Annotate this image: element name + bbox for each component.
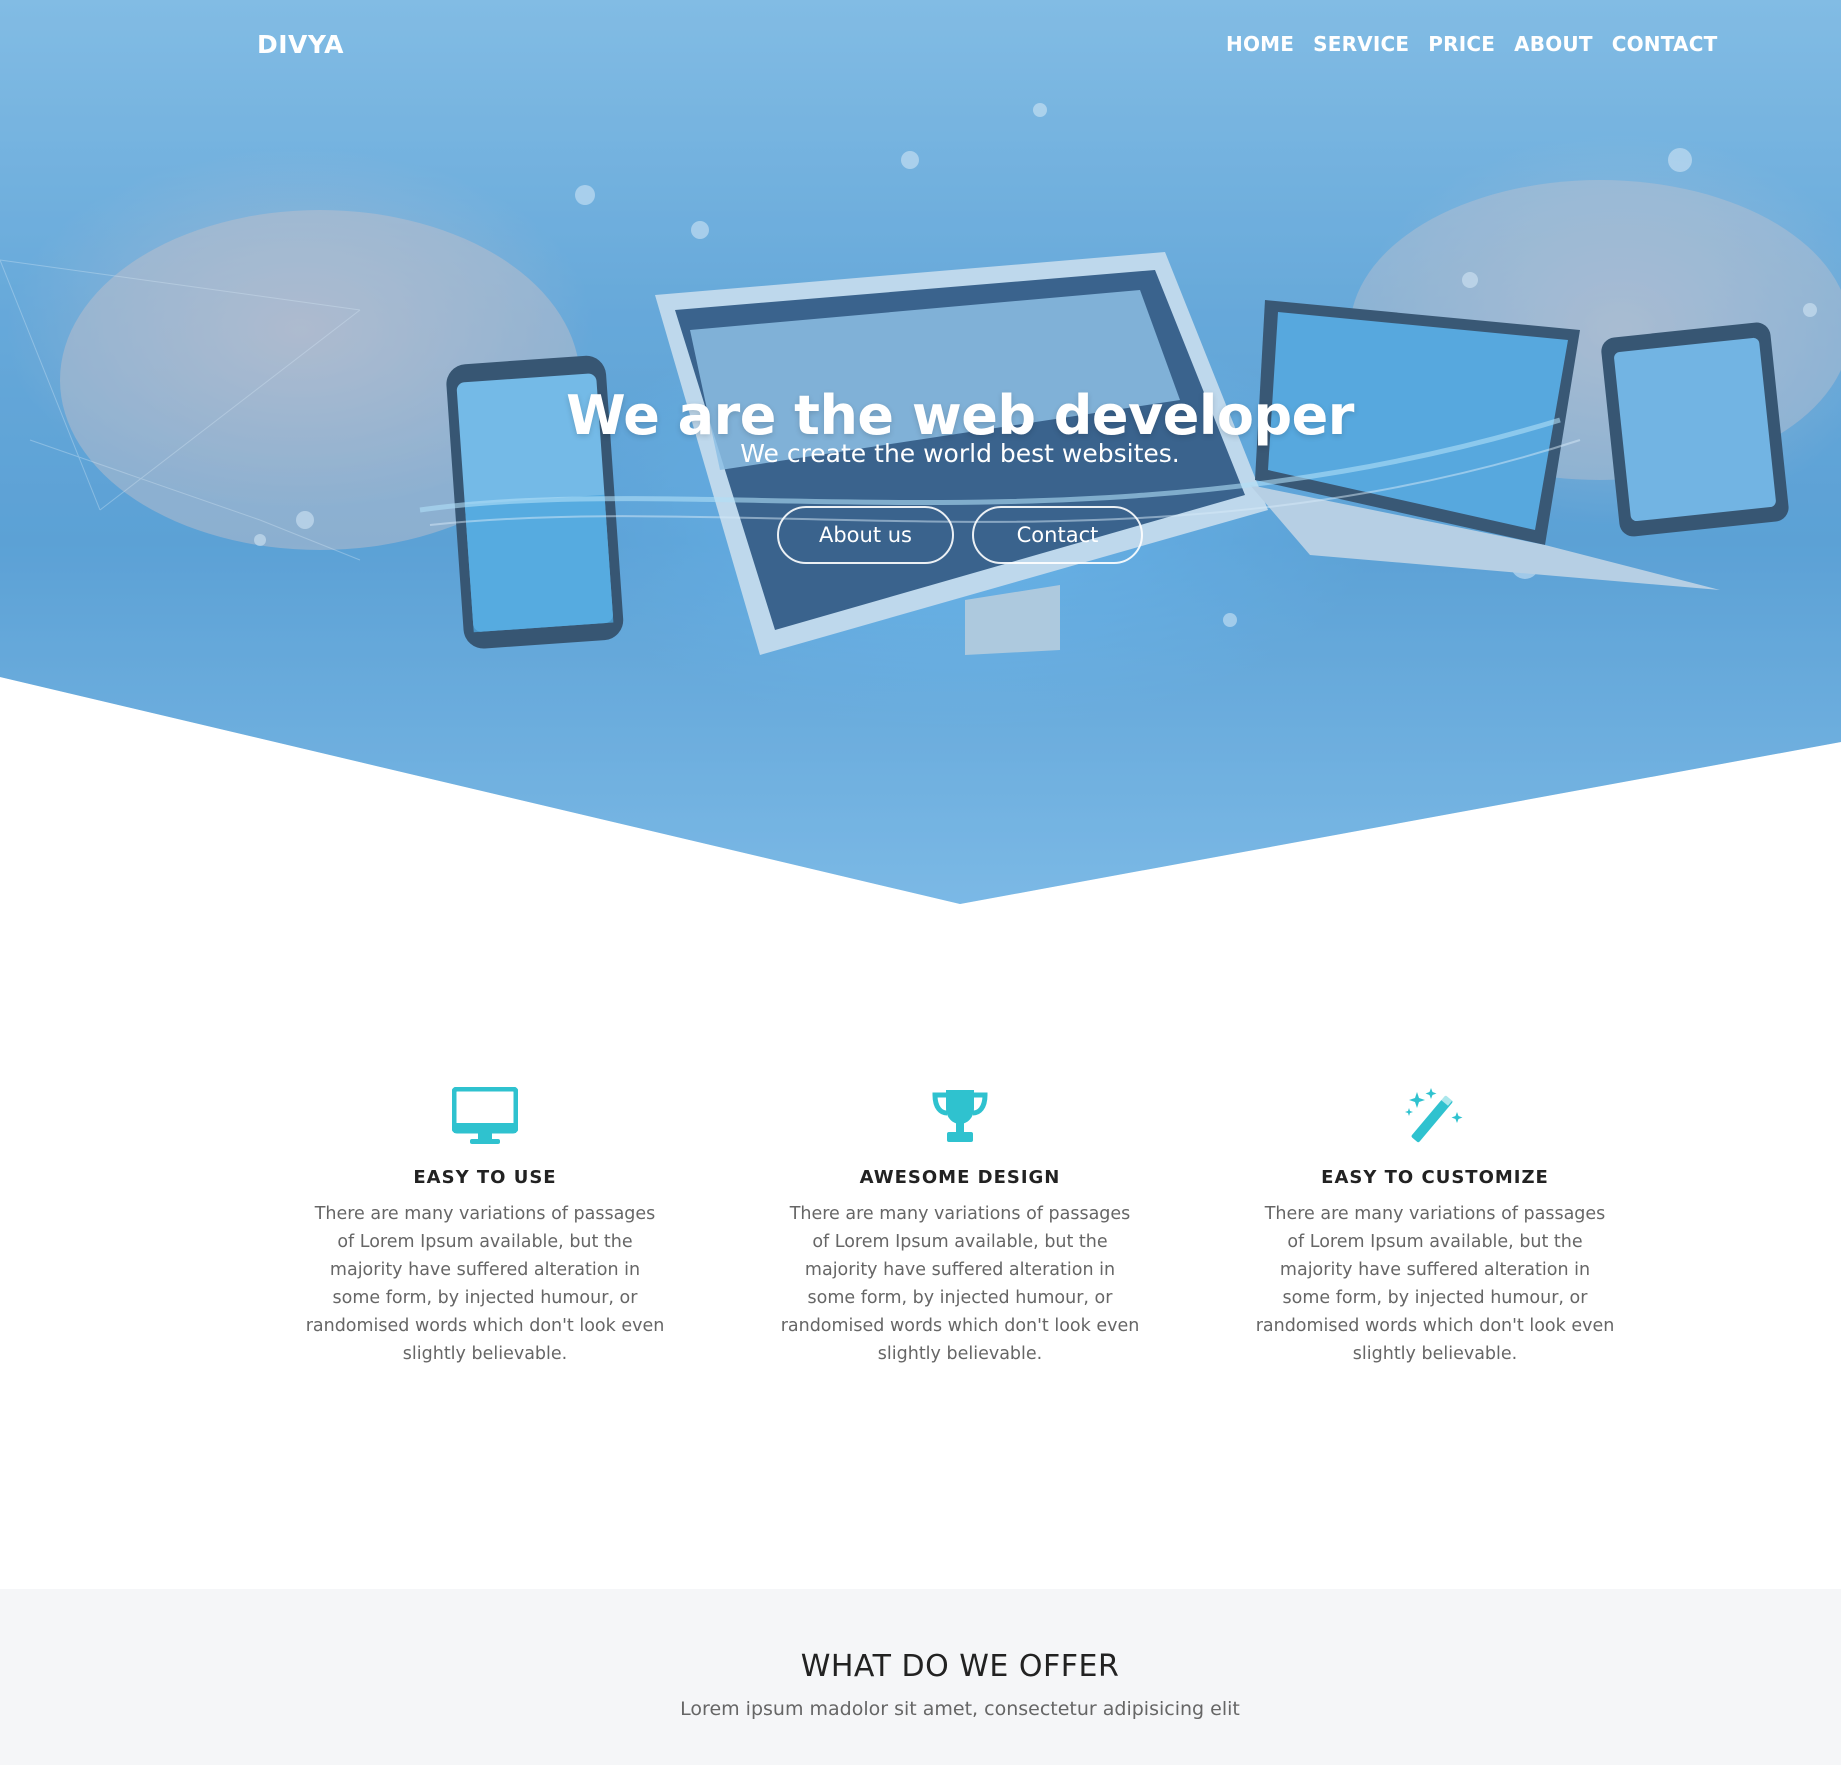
nav-price-link[interactable]: PRICE	[1428, 32, 1495, 56]
brand-logo[interactable]: DIVYA	[257, 30, 344, 59]
offer-subtitle: Lorem ipsum madolor sit amet, consectetu…	[680, 1698, 1240, 1720]
top-navbar: DIVYA HOME SERVICE PRICE ABOUT CONTACT	[0, 0, 1841, 90]
nav-home-link[interactable]: HOME	[1226, 32, 1294, 56]
monitor-icon	[275, 1085, 695, 1147]
contact-button[interactable]: Contact	[972, 506, 1143, 564]
nav-about-link[interactable]: ABOUT	[1514, 32, 1593, 56]
feature-text: There are many variations of passages of…	[780, 1204, 1140, 1364]
feature-easy-to-customize: EASY TO CUSTOMIZE There are many variati…	[1225, 1085, 1645, 1368]
main-nav: HOME SERVICE PRICE ABOUT CONTACT	[1226, 32, 1717, 56]
hero-title: We are the web developer	[566, 384, 1354, 448]
about-us-button[interactable]: About us	[777, 506, 954, 564]
feature-text: There are many variations of passages of…	[1255, 1204, 1615, 1364]
feature-title: AWESOME DESIGN	[859, 1167, 1061, 1188]
offer-title: WHAT DO WE OFFER	[800, 1649, 1120, 1684]
feature-title: EASY TO CUSTOMIZE	[1321, 1167, 1549, 1188]
feature-title: EASY TO USE	[413, 1167, 557, 1188]
feature-easy-to-use: EASY TO USE There are many variations of…	[275, 1085, 695, 1368]
feature-text: There are many variations of passages of…	[305, 1204, 665, 1364]
offer-section: WHAT DO WE OFFER Lorem ipsum madolor sit…	[0, 1589, 1841, 1765]
feature-awesome-design: AWESOME DESIGN There are many variations…	[750, 1085, 1170, 1368]
magic-wand-icon	[1225, 1085, 1645, 1147]
nav-service-link[interactable]: SERVICE	[1313, 32, 1409, 56]
trophy-icon	[750, 1085, 1170, 1147]
nav-contact-link[interactable]: CONTACT	[1612, 32, 1718, 56]
hero-subtitle: We create the world best websites.	[740, 439, 1180, 468]
